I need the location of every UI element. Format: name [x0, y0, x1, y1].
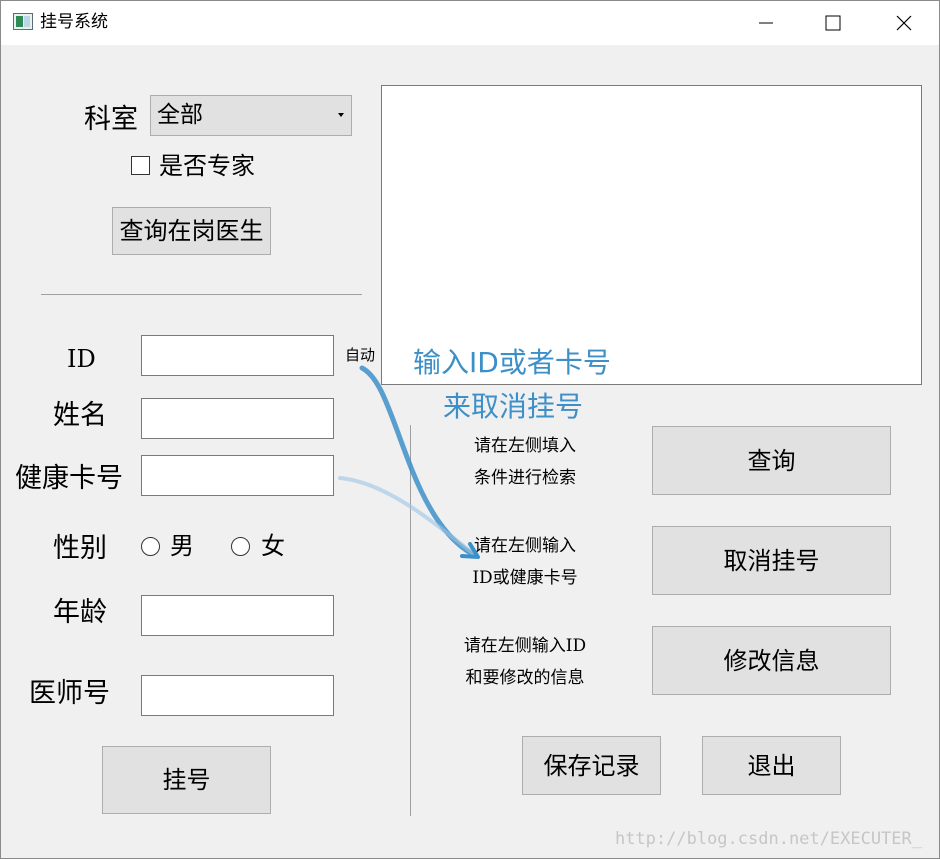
hint-query-line-1: 请在左侧填入	[474, 436, 576, 456]
cancel-registration-button[interactable]: 取消挂号	[652, 526, 891, 595]
modify-info-button-label: 修改信息	[723, 646, 820, 675]
close-icon	[896, 15, 912, 30]
gender-option-female: 女	[261, 532, 285, 560]
cancel-registration-button-label: 取消挂号	[723, 546, 820, 575]
hint-query-line-2: 条件进行检索	[474, 468, 576, 488]
query-button-label: 查询	[747, 446, 796, 475]
query-doctors-button-label: 查询在岗医生	[119, 217, 264, 245]
minimize-button[interactable]	[731, 0, 801, 45]
hint-modify-line-1: 请在左侧输入ID	[463, 636, 587, 656]
exit-button-label: 退出	[747, 751, 796, 780]
annotation-line-2: 来取消挂号	[443, 390, 584, 423]
health-card-input[interactable]	[141, 455, 334, 496]
hint-modify-line-2: 和要修改的信息	[465, 668, 585, 688]
watermark: http://blog.csdn.net/EXECUTER_	[614, 829, 922, 849]
dropdown-arrow-icon	[338, 113, 344, 117]
doctor-number-input[interactable]	[141, 675, 334, 716]
window-title: 挂号系统	[40, 12, 108, 32]
close-button[interactable]	[869, 0, 939, 45]
hint-cancel-line-2: ID或健康卡号	[472, 568, 578, 588]
gender-radio-male[interactable]	[141, 537, 160, 556]
divider-horizontal	[41, 294, 362, 295]
hint-cancel-line-1: 请在左侧输入	[474, 536, 576, 556]
query-button[interactable]: 查询	[652, 426, 891, 495]
maximize-button[interactable]	[798, 0, 868, 45]
doctor-number-label: 医师号	[29, 678, 110, 709]
annotation-line-1: 输入ID或者卡号	[413, 346, 611, 379]
expert-label: 是否专家	[159, 152, 255, 180]
register-button[interactable]: 挂号	[102, 746, 271, 814]
minimize-icon	[759, 22, 773, 23]
save-records-button[interactable]: 保存记录	[522, 736, 661, 795]
save-records-button-label: 保存记录	[543, 751, 640, 780]
expert-checkbox[interactable]	[131, 156, 150, 175]
age-input[interactable]	[141, 595, 334, 636]
gender-option-male: 男	[170, 532, 194, 560]
name-input[interactable]	[141, 398, 334, 439]
name-label: 姓名	[53, 400, 107, 431]
results-list[interactable]	[381, 85, 922, 385]
exit-button[interactable]: 退出	[702, 736, 841, 795]
modify-info-button[interactable]: 修改信息	[652, 626, 891, 695]
query-doctors-button[interactable]: 查询在岗医生	[112, 207, 271, 255]
register-button-label: 挂号	[162, 766, 211, 794]
gender-label: 性别	[53, 533, 107, 564]
age-label: 年龄	[53, 597, 107, 628]
id-label: ID	[67, 345, 96, 373]
app-window-icon	[13, 13, 33, 30]
maximize-icon	[825, 15, 841, 30]
department-selected-value: 全部	[157, 102, 203, 128]
health-card-label: 健康卡号	[15, 463, 123, 494]
gender-radio-female[interactable]	[231, 537, 250, 556]
department-select[interactable]: 全部	[150, 95, 352, 136]
department-label: 科室	[84, 104, 138, 135]
id-input[interactable]	[141, 335, 334, 376]
